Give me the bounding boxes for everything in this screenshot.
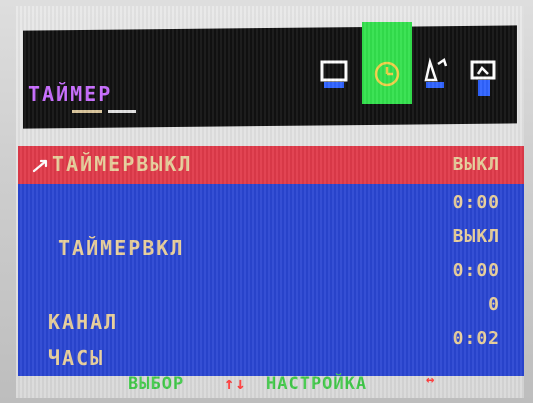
timer-settings-list: ТАЙМЕРВЫКЛ ВЫКЛ 0:00 ТАЙМЕРВКЛ ВЫКЛ 0:00… [18,146,524,376]
select-hint-label: ВЫБОР [128,374,185,394]
function-icon[interactable] [460,22,510,104]
title-underline-right [108,110,136,113]
wake-timer-label[interactable]: ТАЙМЕРВКЛ [58,236,184,260]
title-underline-left [72,110,102,113]
setup-icon[interactable] [414,22,464,104]
wake-timer-time: 0:00 [452,260,500,281]
wake-timer-value: ВЫКЛ [452,226,500,247]
clock-value: 0:02 [452,328,500,349]
channel-label[interactable]: КАНАЛ [48,310,118,334]
cursor-arrow-icon [32,159,48,173]
timer-icon[interactable] [362,22,412,104]
up-down-arrows-icon: ↑↓ [224,374,247,394]
channel-value: 0 [488,294,500,315]
tv-bezel: ТАЙМЕР ТАЙМЕРВЫКЛ ВЫКЛ 0:00 ТАЙМЕРВКЛ ВЫ… [0,0,533,403]
tv-screen: ТАЙМЕР ТАЙМЕРВЫКЛ ВЫКЛ 0:00 ТАЙМЕРВКЛ ВЫ… [16,6,524,398]
clock-label[interactable]: ЧАСЫ [48,346,104,370]
sleep-timer-time: 0:00 [452,192,500,213]
picture-icon[interactable] [310,22,360,104]
sleep-timer-label: ТАЙМЕРВЫКЛ [52,152,193,176]
left-right-arrows-icon: ↔ [426,372,436,388]
menu-title: ТАЙМЕР [28,82,113,106]
sleep-timer-value: ВЫКЛ [452,154,500,175]
adjust-hint-label: НАСТРОЙКА [266,374,368,394]
